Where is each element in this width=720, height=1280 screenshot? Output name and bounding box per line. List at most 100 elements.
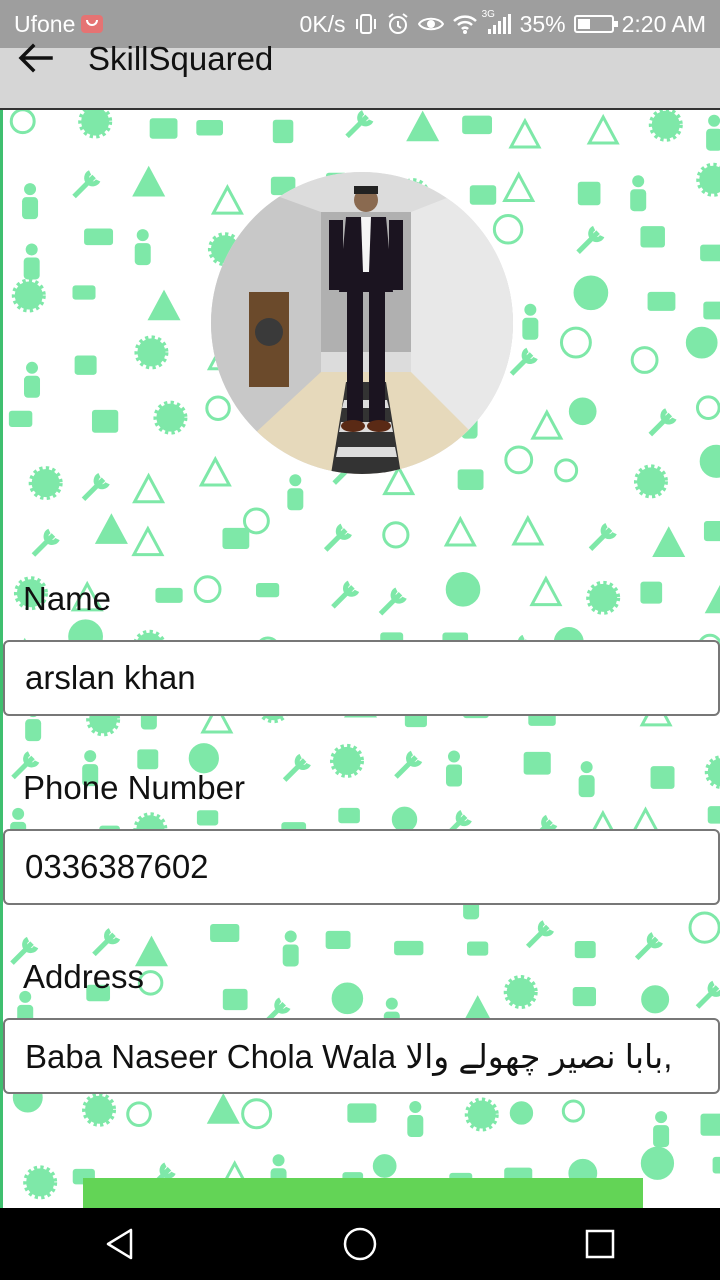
pattern-tool-icon (378, 587, 407, 616)
pattern-tool-icon (72, 285, 96, 300)
pattern-tool-icon (577, 181, 601, 206)
pattern-tool-icon (576, 225, 605, 254)
pattern-tool-icon (82, 1092, 117, 1127)
pattern-tool-icon (78, 110, 113, 139)
address-field[interactable]: Baba Naseer Chola Wala بابا نصیر چھولے و… (3, 1018, 720, 1094)
pattern-tool-icon (647, 291, 676, 311)
profile-content[interactable]: Name arslan khan Phone Number 0336387602… (0, 110, 720, 1208)
pattern-tool-icon (198, 455, 232, 487)
pattern-tool-icon (325, 930, 351, 949)
pattern-tool-icon (504, 445, 534, 475)
carrier-name: Ufone (14, 10, 76, 37)
pattern-tool-icon (132, 472, 166, 504)
pattern-tool-icon (574, 941, 596, 959)
pattern-tool-icon (81, 473, 110, 502)
pattern-tool-icon (394, 750, 423, 779)
wifi-icon (452, 13, 478, 35)
back-button[interactable] (0, 38, 70, 78)
pattern-tool-icon (523, 751, 551, 775)
name-field[interactable]: arslan khan (3, 640, 720, 716)
carrier-icon (81, 15, 104, 33)
pattern-tool-icon (503, 975, 538, 1010)
eye-icon (417, 14, 444, 34)
pattern-tool-icon (457, 469, 484, 490)
vibrate-icon (354, 13, 378, 35)
pattern-tool-icon (688, 911, 720, 944)
pattern-tool-icon (345, 110, 374, 139)
pattern-tool-icon (509, 1101, 534, 1125)
pattern-tool-icon (511, 514, 545, 546)
pattern-tool-icon (640, 226, 665, 248)
pattern-tool-icon (640, 1146, 675, 1180)
address-label: Address (23, 958, 145, 995)
pattern-tool-icon (640, 581, 663, 604)
pattern-tool-icon (92, 928, 121, 957)
pattern-tool-icon (22, 183, 39, 220)
pattern-tool-icon (522, 303, 539, 340)
pattern-tool-icon (210, 923, 240, 943)
pattern-tool-icon (703, 301, 720, 320)
pattern-tool-icon (464, 1097, 499, 1132)
pattern-tool-icon (704, 584, 720, 614)
pattern-tool-icon (529, 575, 563, 607)
pattern-tool-icon (695, 980, 720, 1009)
pattern-tool-icon (331, 580, 360, 609)
pattern-tool-icon (588, 522, 617, 551)
pattern-tool-icon (641, 985, 670, 1014)
phone-label: Phone Number (23, 769, 245, 806)
pattern-tool-icon (222, 988, 248, 1011)
nav-recents-button[interactable] (570, 1214, 630, 1274)
pattern-tool-icon (704, 755, 720, 790)
pattern-tool-icon (630, 346, 659, 374)
pattern-tool-icon (695, 395, 720, 421)
clock: 2:20 AM (621, 10, 706, 37)
pattern-tool-icon (406, 110, 440, 142)
pattern-tool-icon (94, 513, 128, 544)
nav-back-button[interactable] (90, 1214, 150, 1274)
network-type: 3G (481, 9, 495, 20)
navigation-bar (0, 1208, 720, 1280)
pattern-tool-icon (196, 810, 219, 826)
pattern-tool-icon (391, 806, 418, 833)
signal-icon: 3G (482, 9, 512, 35)
pattern-tool-icon (685, 326, 718, 359)
pattern-tool-icon (696, 162, 720, 197)
submit-button[interactable] (83, 1178, 643, 1208)
pattern-tool-icon (586, 580, 621, 615)
pattern-tool-icon (586, 113, 620, 145)
pattern-tool-icon (206, 1093, 240, 1124)
pattern-tool-icon (131, 525, 165, 557)
pattern-tool-icon (282, 930, 299, 967)
pattern-tool-icon (443, 515, 477, 547)
pattern-tool-icon (205, 395, 231, 422)
pattern-tool-icon (193, 575, 222, 604)
pattern-tool-icon (462, 115, 493, 135)
pattern-tool-icon (382, 521, 410, 549)
pattern-tool-icon (372, 1154, 397, 1178)
pattern-tool-icon (242, 507, 270, 535)
nav-recents-icon (585, 1229, 615, 1259)
pattern-tool-icon (338, 807, 360, 824)
pattern-tool-icon (282, 753, 311, 782)
pattern-tool-icon (554, 458, 579, 483)
pattern-tool-icon (525, 920, 555, 949)
pattern-tool-icon (24, 361, 41, 398)
pattern-tool-icon (630, 175, 647, 212)
phone-field[interactable]: 0336387602 (3, 829, 720, 905)
pattern-tool-icon (469, 185, 497, 205)
profile-avatar[interactable] (211, 172, 513, 474)
pattern-tool-icon (149, 118, 178, 139)
pattern-tool-icon (134, 335, 169, 370)
pattern-tool-icon (23, 1165, 58, 1200)
pattern-tool-icon (706, 114, 720, 151)
pattern-tool-icon (347, 1103, 377, 1123)
pattern-tool-icon (445, 572, 481, 607)
pattern-tool-icon (241, 1098, 273, 1130)
nav-home-button[interactable] (330, 1214, 390, 1274)
pattern-tool-icon (329, 743, 364, 778)
pattern-tool-icon (256, 583, 280, 598)
pattern-tool-icon (323, 523, 352, 552)
pattern-tool-icon (572, 987, 597, 1007)
pattern-tool-icon (147, 289, 181, 321)
pattern-tool-icon (196, 119, 224, 136)
